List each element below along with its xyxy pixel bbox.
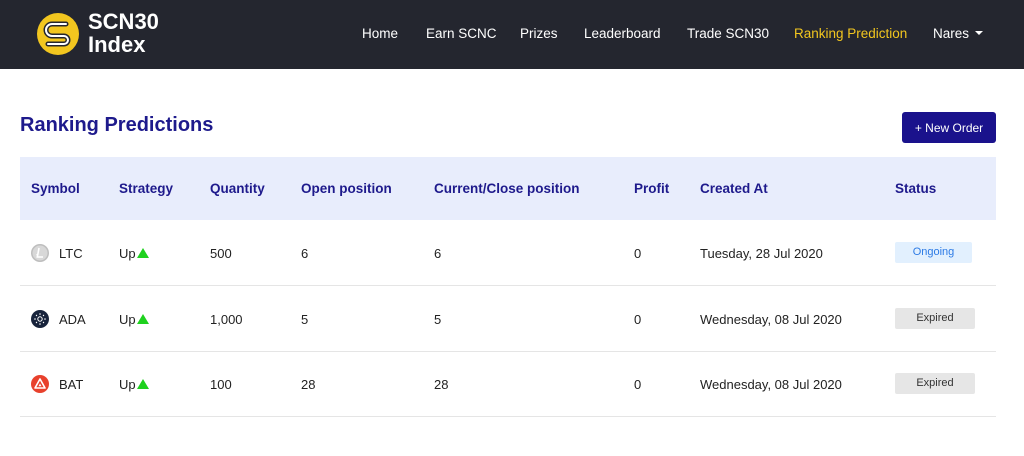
profit-cell: 0 xyxy=(634,377,642,392)
open-position-cell: 6 xyxy=(301,246,309,261)
profit-cell: 0 xyxy=(634,246,642,261)
status-badge: Ongoing xyxy=(895,242,972,263)
table-row[interactable]: LTC Up 500 6 6 0 Tuesday, 28 Jul 2020 On… xyxy=(20,221,996,286)
up-arrow-icon xyxy=(136,314,149,324)
symbol-label: LTC xyxy=(59,246,83,261)
brand-line2: Index xyxy=(88,32,146,57)
litecoin-icon xyxy=(31,244,49,262)
cardano-icon xyxy=(31,310,49,328)
profit-cell: 0 xyxy=(634,312,642,327)
nav-leaderboard[interactable]: Leaderboard xyxy=(584,26,661,41)
current-position-cell: 6 xyxy=(434,246,442,261)
open-position-cell: 28 xyxy=(301,377,316,392)
user-name: Nares xyxy=(933,26,970,41)
current-position-cell: 5 xyxy=(434,312,442,327)
col-symbol: Symbol xyxy=(31,181,80,196)
brand-name[interactable]: SCN30 Index xyxy=(88,10,159,56)
nav-home[interactable]: Home xyxy=(362,26,398,41)
strategy-label: Up xyxy=(119,312,136,327)
symbol-label: BAT xyxy=(59,377,84,392)
col-status: Status xyxy=(895,181,937,196)
created-at-cell: Tuesday, 28 Jul 2020 xyxy=(700,246,823,261)
page-title: Ranking Predictions xyxy=(20,114,214,136)
col-strategy: Strategy xyxy=(119,181,174,196)
bat-icon xyxy=(31,375,49,393)
strategy-label: Up xyxy=(119,377,136,392)
table-row[interactable]: ADA Up 1,000 5 5 0 Wednesday, 08 Jul 202… xyxy=(20,287,996,352)
table-row[interactable]: BAT Up 100 28 28 0 Wednesday, 08 Jul 202… xyxy=(20,352,996,417)
nav-trade-scn30[interactable]: Trade SCN30 xyxy=(687,26,769,41)
quantity-cell: 500 xyxy=(210,246,232,261)
symbol-label: ADA xyxy=(59,312,86,327)
col-current-close-position: Current/Close position xyxy=(434,181,580,196)
brand-line1: SCN30 xyxy=(88,9,159,34)
quantity-cell: 100 xyxy=(210,377,232,392)
scn30-logo-icon[interactable] xyxy=(36,12,80,56)
col-created-at: Created At xyxy=(700,181,768,196)
created-at-cell: Wednesday, 08 Jul 2020 xyxy=(700,312,842,327)
strategy-cell: Up xyxy=(119,377,149,392)
status-badge: Expired xyxy=(895,373,975,394)
table-header: Symbol Strategy Quantity Open position C… xyxy=(20,157,996,220)
up-arrow-icon xyxy=(136,248,149,258)
quantity-cell: 1,000 xyxy=(210,312,243,327)
strategy-cell: Up xyxy=(119,312,149,327)
col-quantity: Quantity xyxy=(210,181,265,196)
strategy-cell: Up xyxy=(119,246,149,261)
chevron-down-icon xyxy=(975,31,984,36)
nav-prizes[interactable]: Prizes xyxy=(520,26,558,41)
top-navbar: SCN30 Index Home Earn SCNC Prizes Leader… xyxy=(0,0,1024,69)
strategy-label: Up xyxy=(119,246,136,261)
up-arrow-icon xyxy=(136,379,149,389)
nav-user-menu[interactable]: Nares xyxy=(933,26,984,41)
open-position-cell: 5 xyxy=(301,312,309,327)
col-open-position: Open position xyxy=(301,181,392,196)
new-order-button[interactable]: + New Order xyxy=(902,112,996,143)
col-profit: Profit xyxy=(634,181,670,196)
nav-ranking-prediction[interactable]: Ranking Prediction xyxy=(794,26,907,41)
nav-earn-scnc[interactable]: Earn SCNC xyxy=(426,26,497,41)
status-badge: Expired xyxy=(895,308,975,329)
created-at-cell: Wednesday, 08 Jul 2020 xyxy=(700,377,842,392)
current-position-cell: 28 xyxy=(434,377,449,392)
